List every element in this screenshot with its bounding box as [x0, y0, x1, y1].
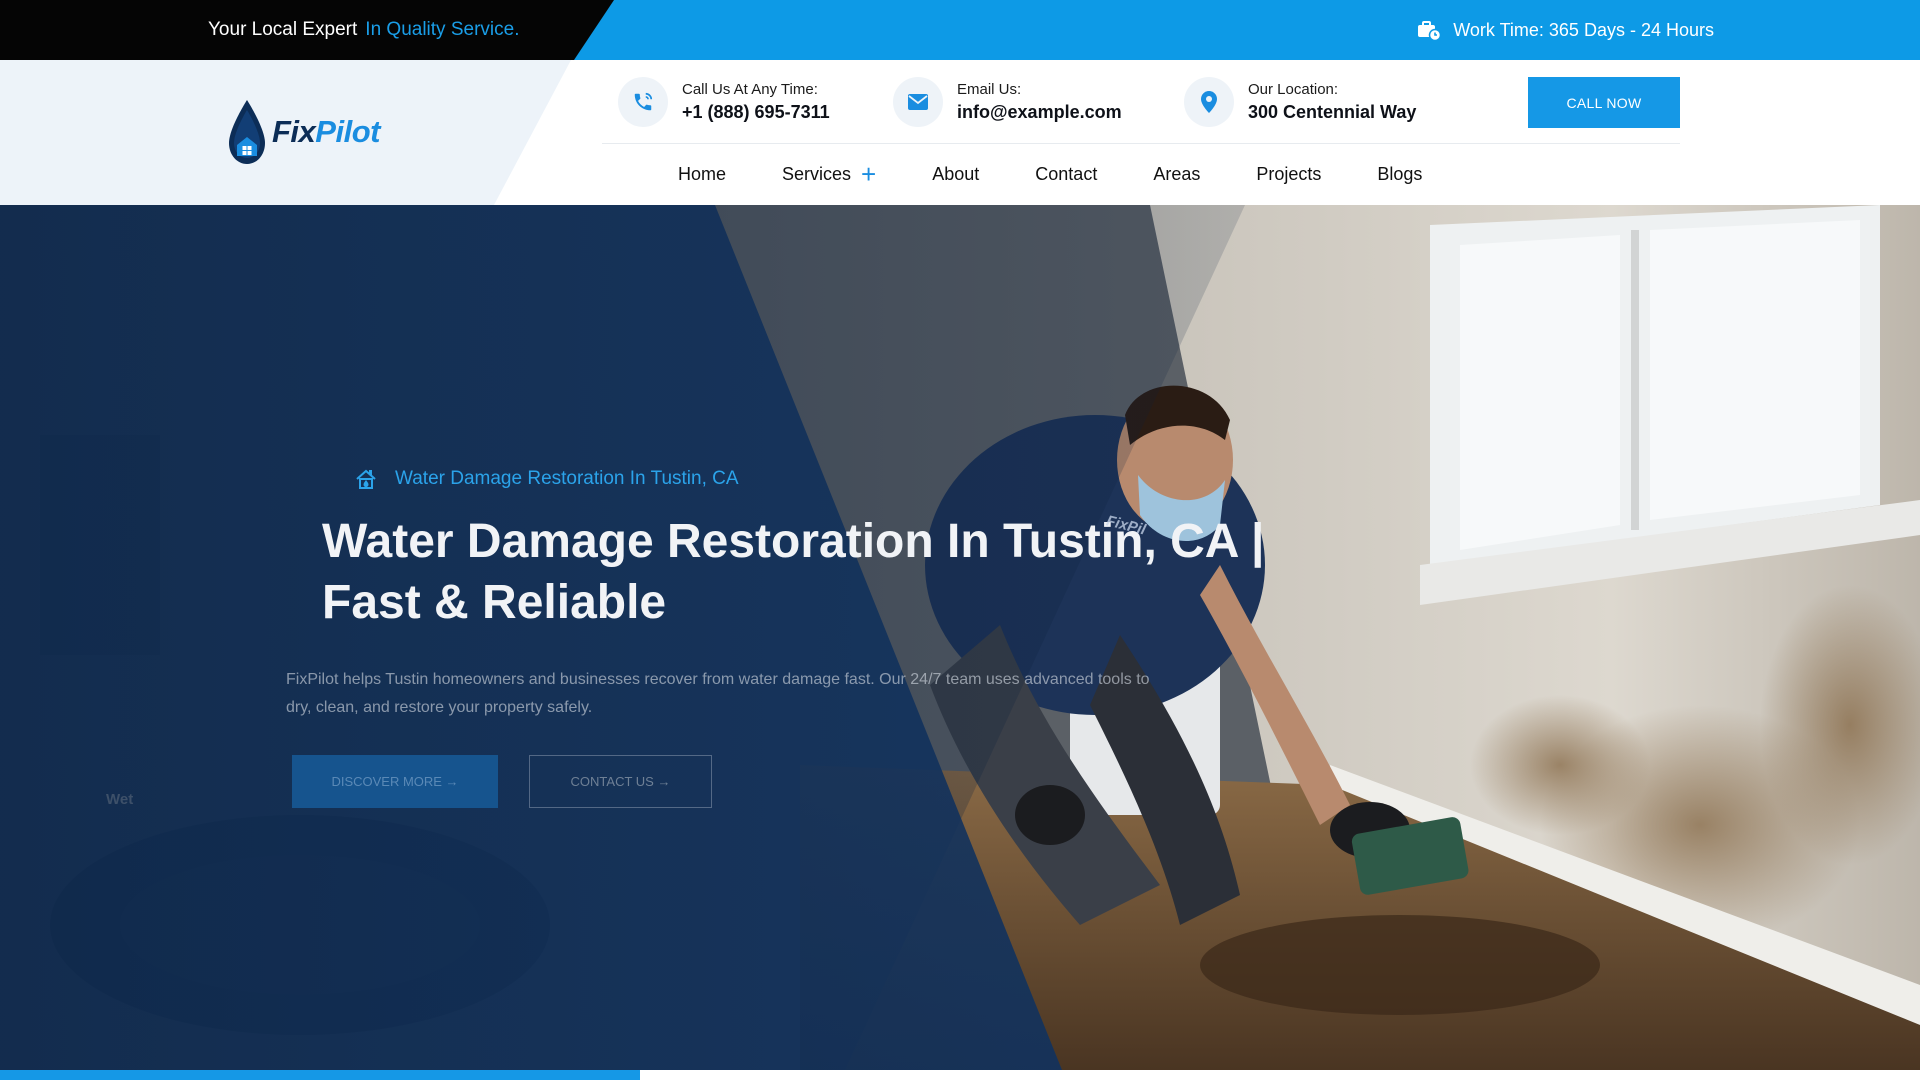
house-water-icon [356, 469, 376, 489]
contact-email-label: Email Us: [957, 81, 1022, 98]
nav-item-home[interactable]: Home [678, 164, 726, 185]
contact-us-button[interactable]: CONTACT US → [529, 755, 712, 808]
logo-text-fix: Fix [272, 114, 316, 149]
map-pin-icon [1201, 91, 1217, 113]
logo-text: FixPilot [272, 114, 380, 150]
call-now-button[interactable]: CALL NOW [1528, 77, 1680, 128]
tagline: Your Local Expert In Quality Service. [208, 0, 519, 60]
hero-title-line2: Fast & Reliable [322, 576, 667, 629]
logo-text-pilot: Pilot [315, 114, 380, 149]
contact-phone-label: Call Us At Any Time: [682, 81, 818, 98]
envelope-icon [908, 94, 928, 110]
hero-description: FixPilot helps Tustin homeowners and bus… [286, 671, 1150, 716]
nav-item-services-label: Services [782, 163, 852, 184]
bottom-strip [0, 1070, 1920, 1080]
water-drop-house-icon [229, 100, 265, 164]
plus-icon[interactable]: + [861, 161, 876, 187]
envelope-icon-circle [893, 77, 943, 127]
discover-more-button[interactable]: DISCOVER MORE → [292, 755, 498, 808]
tagline-white: Your Local Expert [208, 19, 358, 40]
nav-item-areas[interactable]: Areas [1153, 164, 1200, 185]
top-bar: Your Local Expert In Quality Service. Wo… [0, 0, 1920, 60]
hero-subheading: Water Damage Restoration In Tustin, CA [355, 468, 739, 490]
contact-location-label: Our Location: [1248, 81, 1339, 98]
phone-icon-circle [618, 77, 668, 127]
tagline-blue: In Quality Service. [365, 19, 520, 40]
main-nav: Home Services + About Contact Areas Proj… [678, 144, 1478, 204]
machine-label-text: Wet [106, 791, 134, 808]
nav-item-services[interactable]: Services + [782, 161, 876, 187]
contact-email[interactable]: Email Us: info@example.com [893, 77, 1122, 127]
contact-phone-value[interactable]: +1 (888) 695-7311 [682, 102, 830, 123]
map-pin-icon-circle [1184, 77, 1234, 127]
nav-item-blogs[interactable]: Blogs [1377, 164, 1422, 185]
work-time: Work Time: 365 Days - 24 Hours [1417, 0, 1714, 60]
bottom-accent-bar [0, 1070, 640, 1080]
site-logo[interactable]: FixPilot [226, 98, 380, 166]
header: FixPilot Call Us At Any Time: +1 (888) 6… [0, 60, 1920, 205]
nav-item-about[interactable]: About [932, 164, 979, 185]
contact-email-value[interactable]: info@example.com [957, 102, 1122, 123]
hero-section: Water Damage Restoration In Tustin, CA W… [0, 205, 1920, 1070]
nav-item-projects[interactable]: Projects [1256, 164, 1321, 185]
phone-icon [634, 92, 653, 111]
hero-subheading-text: Water Damage Restoration In Tustin, CA [395, 468, 739, 489]
contact-location-value[interactable]: 300 Centennial Way [1248, 102, 1416, 123]
work-time-text: Work Time: 365 Days - 24 Hours [1453, 19, 1714, 40]
nav-item-contact[interactable]: Contact [1035, 164, 1097, 185]
contact-phone[interactable]: Call Us At Any Time: +1 (888) 695-7311 [618, 77, 830, 127]
contact-location[interactable]: Our Location: 300 Centennial Way [1184, 77, 1416, 127]
briefcase-clock-icon [1418, 21, 1442, 41]
hero-dark-overlay [0, 205, 1245, 1070]
